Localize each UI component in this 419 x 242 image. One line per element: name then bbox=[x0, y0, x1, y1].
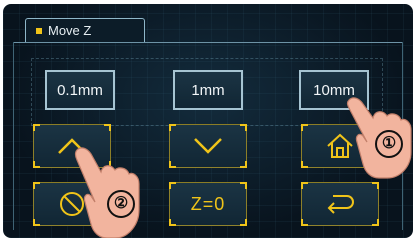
step-label: 0.1mm bbox=[57, 81, 103, 99]
move-down-button[interactable] bbox=[169, 124, 247, 168]
z-zero-label: Z=0 bbox=[190, 193, 226, 214]
frame-top-line bbox=[13, 42, 403, 43]
frame-left-line bbox=[13, 42, 14, 230]
step-1mm-button[interactable]: 1mm bbox=[173, 70, 243, 110]
step-0.1mm-button[interactable]: 0.1mm bbox=[45, 70, 115, 110]
z-zero-button[interactable]: Z=0 bbox=[169, 182, 247, 226]
step-one-badge: ① bbox=[375, 130, 403, 158]
title-tab: Move Z bbox=[25, 18, 145, 43]
back-button[interactable] bbox=[301, 182, 379, 226]
step-label: 1mm bbox=[191, 81, 225, 99]
move-z-screen: Move Z 0.1mm 1mm 10mm Z=0 ① ② bbox=[3, 4, 413, 238]
back-arrow-icon bbox=[327, 195, 354, 214]
pointing-hand-icon bbox=[74, 147, 140, 238]
step-two-badge: ② bbox=[107, 190, 135, 218]
page-title: Move Z bbox=[48, 23, 92, 38]
chevron-down-icon bbox=[194, 138, 222, 154]
title-marker bbox=[36, 28, 42, 34]
